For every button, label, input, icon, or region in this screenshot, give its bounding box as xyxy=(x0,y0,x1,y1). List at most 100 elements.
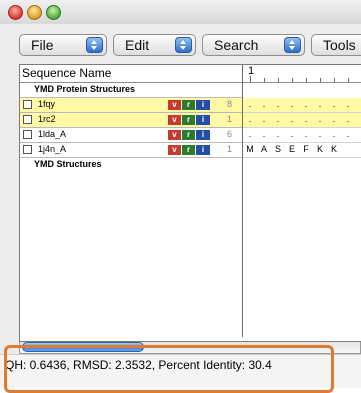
residue: . xyxy=(262,114,266,124)
residue: . xyxy=(276,129,280,139)
residue: F xyxy=(303,144,309,154)
ruler-tick xyxy=(306,78,307,82)
sequence-name-header-label: Sequence Name xyxy=(22,66,112,80)
popup-arrows-icon xyxy=(86,37,103,53)
row-checkbox[interactable] xyxy=(23,130,32,139)
alignment-row[interactable]: . . . . . . . . . xyxy=(243,128,361,143)
residue: . xyxy=(356,129,361,139)
row-count: 6 xyxy=(226,129,232,139)
residue: . xyxy=(248,99,252,109)
group-title: YMD Protein Structures xyxy=(34,84,136,94)
residue: . xyxy=(318,99,322,109)
title-bar xyxy=(0,0,361,24)
residue: . xyxy=(248,114,252,124)
residue: . xyxy=(318,114,322,124)
view-badge-icon[interactable]: v xyxy=(168,100,181,110)
sequence-name-header[interactable]: Sequence Name xyxy=(20,65,242,83)
residue: . xyxy=(346,129,350,139)
residue: . xyxy=(262,99,266,109)
ruler-tick xyxy=(320,78,321,82)
residue: . xyxy=(290,99,294,109)
info-badge-icon[interactable]: i xyxy=(196,115,210,125)
search-menu[interactable]: Search xyxy=(202,34,305,56)
info-badge-icon[interactable]: i xyxy=(196,130,210,140)
search-menu-label: Search xyxy=(214,37,259,53)
sequence-row[interactable]: 1rc2 v r i 1 xyxy=(20,113,242,128)
residue: K xyxy=(330,144,337,154)
residue: . xyxy=(290,129,294,139)
residue: . xyxy=(290,114,294,124)
position-ruler: 1 xyxy=(243,65,361,83)
ruler-tick xyxy=(264,78,265,82)
zoom-button[interactable] xyxy=(46,5,61,20)
view-badge-icon[interactable]: v xyxy=(168,115,181,125)
sequence-name: 1lda_A xyxy=(38,129,67,139)
residue: . xyxy=(332,99,336,109)
residue: . xyxy=(276,114,280,124)
rotate-badge-icon[interactable]: r xyxy=(182,115,195,125)
alignment-row[interactable]: . . . . . . . . . xyxy=(243,98,361,113)
edit-menu-label: Edit xyxy=(125,37,150,53)
application-window: File Edit Search Tools Sequence Name 1 Y… xyxy=(0,0,361,388)
residue: . xyxy=(276,99,280,109)
row-checkbox[interactable] xyxy=(23,115,32,124)
residue: . xyxy=(318,129,322,139)
residue: . xyxy=(332,129,336,139)
residue: A xyxy=(260,144,267,154)
ruler-start-label: 1 xyxy=(248,65,255,77)
menu-toolbar: File Edit Search Tools xyxy=(0,34,361,60)
row-count: 8 xyxy=(226,99,232,109)
row-count: 1 xyxy=(226,114,232,124)
view-badge-icon[interactable]: v xyxy=(168,145,181,155)
rotate-badge-icon[interactable]: r xyxy=(182,100,195,110)
residue: . xyxy=(346,99,350,109)
close-button[interactable] xyxy=(8,5,23,20)
minimize-button[interactable] xyxy=(27,5,42,20)
residue: K xyxy=(316,144,323,154)
rotate-badge-icon[interactable]: r xyxy=(182,130,195,140)
group-header-ymd-protein-structures[interactable]: YMD Protein Structures xyxy=(20,83,242,98)
residue: . xyxy=(356,99,361,109)
residue: . xyxy=(304,99,308,109)
row-checkbox[interactable] xyxy=(23,100,32,109)
residue: M xyxy=(246,144,254,154)
sequence-name: 1fqy xyxy=(38,99,56,109)
ruler-tick xyxy=(250,76,251,82)
info-badge-icon[interactable]: i xyxy=(196,145,210,155)
sequence-row[interactable]: 1fqy v r i 8 xyxy=(20,98,242,113)
sequence-row[interactable]: 1j4n_A v r i 1 xyxy=(20,143,242,158)
ruler-tick xyxy=(334,78,335,82)
file-menu[interactable]: File xyxy=(19,34,107,56)
sequence-name: 1j4n_A xyxy=(38,144,67,154)
file-menu-label: File xyxy=(31,37,54,53)
view-badge-icon[interactable]: v xyxy=(168,130,181,140)
sequence-row[interactable]: 1lda_A v r i 6 xyxy=(20,128,242,143)
row-count: 1 xyxy=(226,144,232,154)
residue: . xyxy=(248,129,252,139)
alignment-row[interactable]: M A S E F K K xyxy=(243,143,361,158)
residue: . xyxy=(356,114,361,124)
row-checkbox[interactable] xyxy=(23,145,32,154)
edit-menu[interactable]: Edit xyxy=(113,34,196,56)
tools-menu-label: Tools xyxy=(323,37,356,53)
popup-arrows-icon xyxy=(284,37,301,53)
alignment-panel: Sequence Name 1 YMD Protein Structures 1… xyxy=(19,64,361,342)
ruler-tick xyxy=(278,78,279,82)
popup-arrows-icon xyxy=(175,37,192,53)
ruler-tick xyxy=(348,78,349,82)
residue: S xyxy=(274,144,281,154)
ruler-tick xyxy=(292,78,293,82)
residue: . xyxy=(304,114,308,124)
residue: E xyxy=(288,144,295,154)
alignment-row[interactable]: . . . . . . . . . xyxy=(243,113,361,128)
residue: . xyxy=(262,129,266,139)
sequence-name: 1rc2 xyxy=(38,114,56,124)
rotate-badge-icon[interactable]: r xyxy=(182,145,195,155)
residue: . xyxy=(346,114,350,124)
tools-menu[interactable]: Tools xyxy=(311,34,361,56)
group-title: YMD Structures xyxy=(34,159,102,169)
residue: . xyxy=(304,129,308,139)
callout-highlight xyxy=(4,345,334,393)
info-badge-icon[interactable]: i xyxy=(196,100,210,110)
group-header-ymd-structures[interactable]: YMD Structures xyxy=(20,158,242,172)
